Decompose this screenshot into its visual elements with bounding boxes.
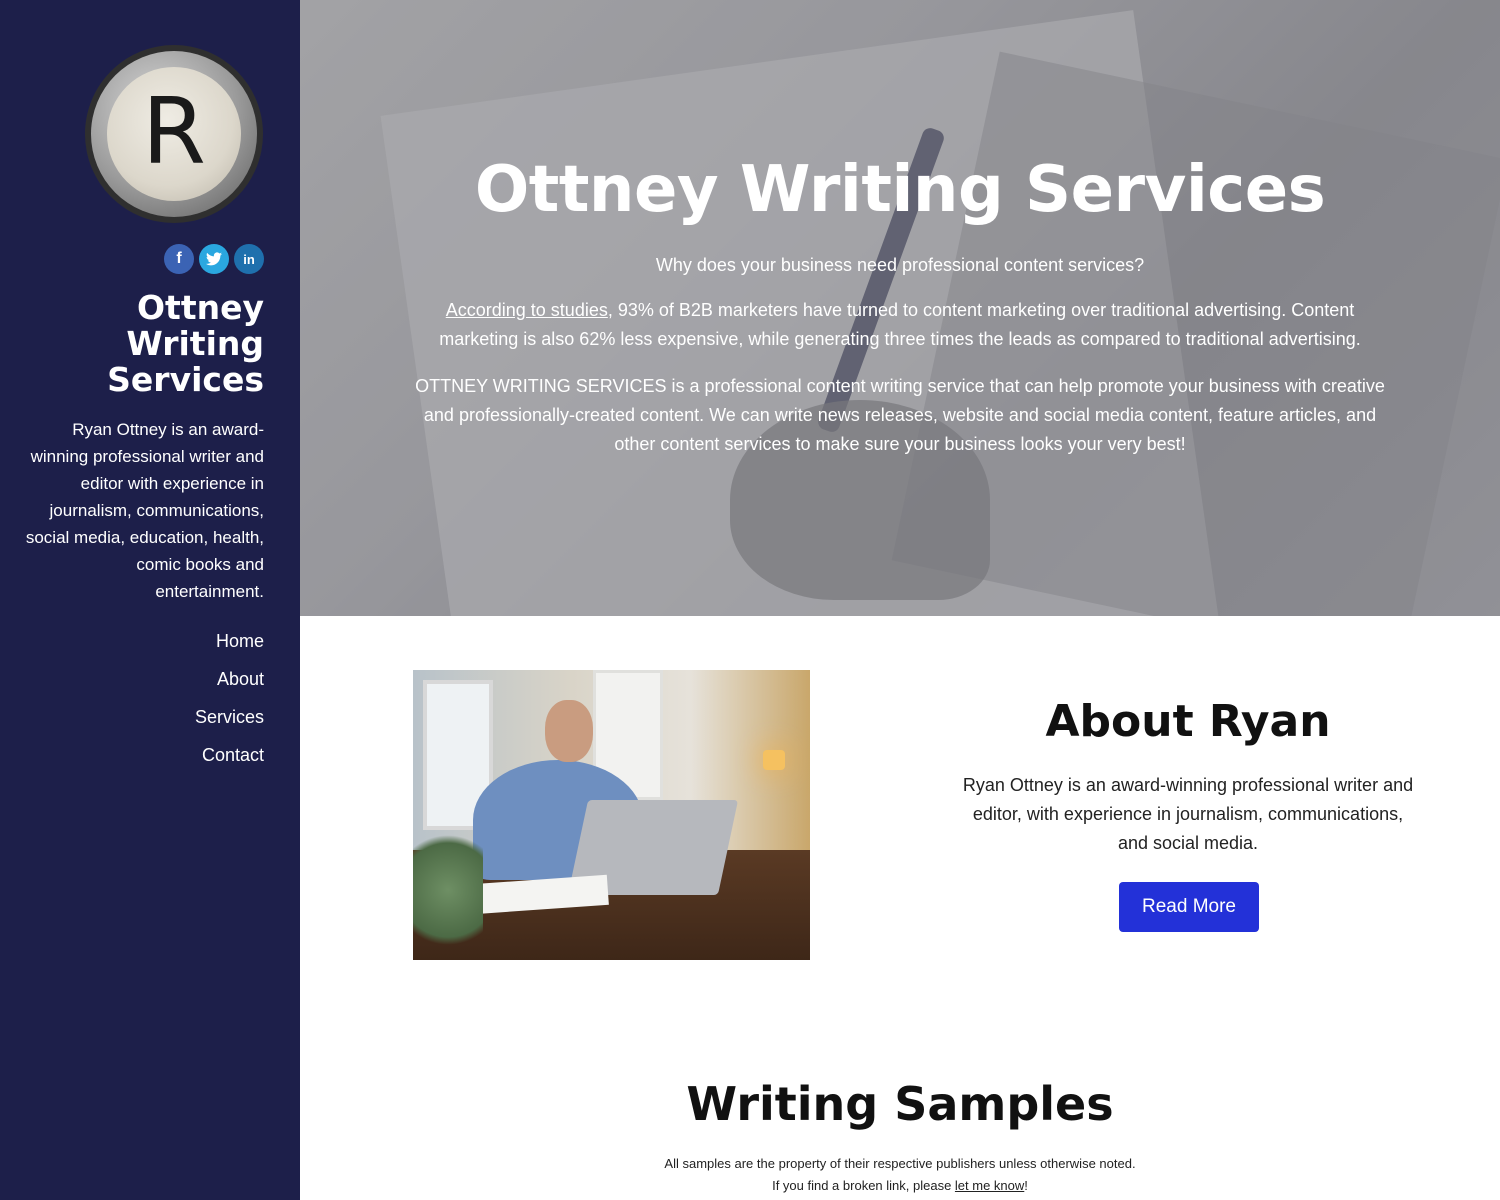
nav-about[interactable]: About xyxy=(195,666,264,704)
studies-link[interactable]: According to studies xyxy=(446,300,608,320)
site-description: Ryan Ottney is an award-winning professi… xyxy=(25,420,264,601)
site-title-line-2: Writing xyxy=(126,324,264,363)
hero-paragraph-services: OTTNEY WRITING SERVICES is a professiona… xyxy=(415,376,1385,454)
nav-services[interactable]: Services xyxy=(195,704,264,742)
site-title[interactable]: Ottney Writing Services xyxy=(24,290,264,398)
logo-ring: R xyxy=(91,51,257,217)
photo-lamp xyxy=(763,750,785,770)
site-logo[interactable]: R xyxy=(85,45,263,223)
hero-section: Ottney Writing Services Why does your bu… xyxy=(300,0,1500,616)
twitter-bird-icon xyxy=(206,252,222,266)
about-photo xyxy=(413,670,810,960)
broken-link-note: If you find a broken link, please let me… xyxy=(300,1177,1500,1195)
samples-note: All samples are the property of their re… xyxy=(664,1156,1136,1171)
hero-paragraph-stats: According to studies, 93% of B2B markete… xyxy=(410,296,1390,354)
site-title-line-3: Services xyxy=(107,360,264,399)
nav-home[interactable]: Home xyxy=(195,628,264,666)
broken-link-note-text: If you find a broken link, please xyxy=(772,1178,955,1193)
logo-letter: R xyxy=(142,78,206,185)
site-title-line-1: Ottney xyxy=(137,288,264,327)
linkedin-icon[interactable]: in xyxy=(234,244,264,274)
sidebar: R f in Ottney Writing Services Ryan Ottn… xyxy=(0,0,300,1200)
hero-title: Ottney Writing Services xyxy=(474,153,1326,227)
samples-title: Writing Samples xyxy=(686,1077,1114,1131)
social-links: f in xyxy=(164,244,264,274)
about-title: About Ryan xyxy=(1045,696,1331,747)
let-me-know-link[interactable]: let me know xyxy=(955,1178,1024,1193)
read-more-button[interactable]: Read More xyxy=(1119,882,1259,932)
hero-subtitle: Why does your business need professional… xyxy=(655,255,1145,275)
nav-contact[interactable]: Contact xyxy=(195,742,264,780)
broken-link-note-end: ! xyxy=(1024,1178,1028,1193)
photo-head xyxy=(545,700,593,762)
hero-content: Ottney Writing Services Why does your bu… xyxy=(300,0,1500,616)
twitter-icon[interactable] xyxy=(199,244,229,274)
logo-face: R xyxy=(107,67,241,201)
facebook-icon[interactable]: f xyxy=(164,244,194,274)
main-nav: Home About Services Contact xyxy=(195,628,264,780)
about-text: Ryan Ottney is an award-winning professi… xyxy=(962,775,1414,853)
photo-plant xyxy=(413,820,483,960)
